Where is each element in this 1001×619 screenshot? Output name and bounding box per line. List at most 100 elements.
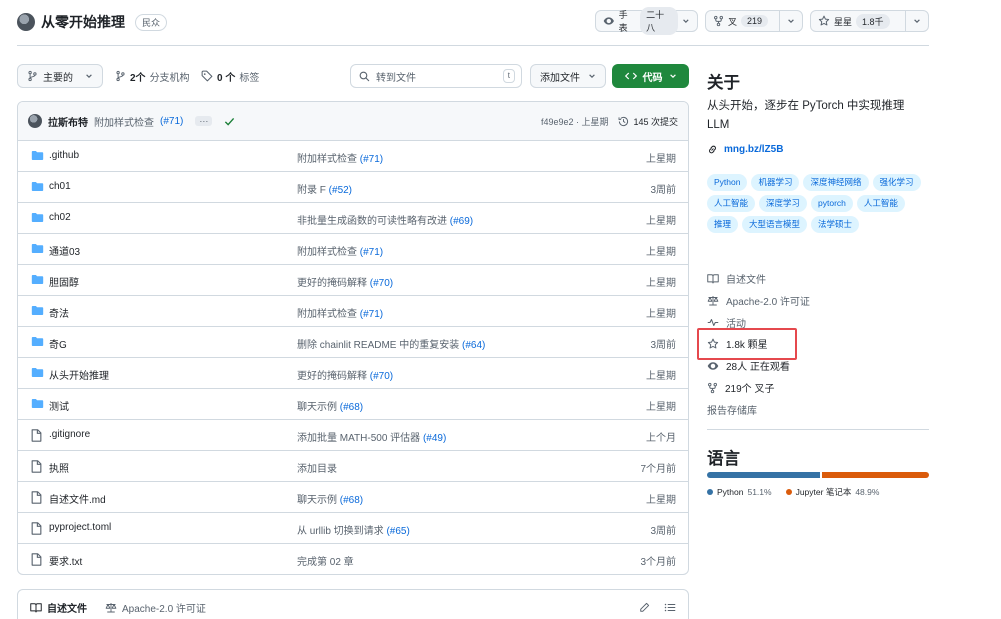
add-file-button[interactable]: 添加文件 bbox=[530, 64, 606, 88]
commit-message[interactable]: 附加样式检查 bbox=[94, 114, 154, 129]
file-commit-message[interactable]: 聊天示例 (#68) bbox=[297, 491, 363, 506]
owner-avatar[interactable] bbox=[17, 13, 35, 31]
file-name[interactable]: 奇G bbox=[49, 336, 67, 351]
file-commit-message[interactable]: 附录 F (#52) bbox=[297, 181, 352, 196]
file-commit-message[interactable]: 完成第 02 章 bbox=[297, 553, 354, 568]
commit-pr-link[interactable]: (#71) bbox=[360, 309, 383, 320]
commit-pr-link[interactable]: (#68) bbox=[340, 402, 363, 413]
file-row[interactable]: .github 附加样式检查 (#71) 上星期 bbox=[18, 141, 688, 172]
file-row[interactable]: 测试 聊天示例 (#68) 上星期 bbox=[18, 389, 688, 420]
repo-name[interactable]: 从零开始推理 bbox=[41, 12, 125, 32]
file-commit-message[interactable]: 聊天示例 (#68) bbox=[297, 398, 363, 413]
code-button[interactable]: 代码 bbox=[612, 64, 689, 88]
commit-message-text[interactable]: 删除 chainlit README 中的重复安装 bbox=[297, 340, 459, 351]
commit-message-text[interactable]: 添加目录 bbox=[297, 464, 337, 475]
file-commit-message[interactable]: 更好的掩码解释 (#70) bbox=[297, 274, 393, 289]
file-name[interactable]: ch01 bbox=[49, 181, 71, 192]
file-row[interactable]: 自述文件.md 聊天示例 (#68) 上星期 bbox=[18, 482, 688, 513]
commit-hash-date[interactable]: f49e9e2 · 上星期 bbox=[541, 115, 609, 128]
file-name[interactable]: 自述文件.md bbox=[49, 491, 106, 506]
check-icon[interactable] bbox=[224, 116, 235, 127]
file-commit-message[interactable]: 删除 chainlit README 中的重复安装 (#64) bbox=[297, 336, 485, 351]
commit-history-link[interactable]: 145 次提交 bbox=[618, 115, 678, 128]
file-commit-message[interactable]: 附加样式检查 (#71) bbox=[297, 243, 383, 258]
file-commit-message[interactable]: 更好的掩码解释 (#70) bbox=[297, 367, 393, 382]
commit-pr-link[interactable]: (#65) bbox=[386, 526, 409, 537]
commit-message-text[interactable]: 从 urllib 切换到请求 bbox=[297, 526, 384, 537]
license-link[interactable]: Apache-2.0 许可证 bbox=[707, 293, 810, 308]
file-row[interactable]: 奇G 删除 chainlit README 中的重复安装 (#64) 3周前 bbox=[18, 327, 688, 358]
file-commit-message[interactable]: 非批量生成函数的可读性略有改进 (#69) bbox=[297, 212, 473, 227]
readme-tab[interactable]: 自述文件 bbox=[30, 600, 87, 615]
commit-pr-link[interactable]: (#71) bbox=[360, 247, 383, 258]
list-icon[interactable] bbox=[664, 602, 676, 613]
commit-pr-link[interactable]: (#49) bbox=[423, 433, 446, 444]
branch-selector[interactable]: 主要的 bbox=[17, 64, 103, 88]
file-row[interactable]: 执照 添加目录 7个月前 bbox=[18, 451, 688, 482]
commit-pr-link[interactable]: (#71) bbox=[160, 116, 183, 127]
file-name[interactable]: 奇法 bbox=[49, 305, 69, 320]
fork-dropdown[interactable] bbox=[779, 11, 802, 31]
fork-button[interactable]: 叉 219 bbox=[705, 10, 803, 32]
commit-message-text[interactable]: 附加样式检查 bbox=[297, 309, 357, 320]
file-commit-message[interactable]: 附加样式检查 (#71) bbox=[297, 150, 383, 165]
commit-message-text[interactable]: 聊天示例 bbox=[297, 495, 337, 506]
file-name[interactable]: 胆固醇 bbox=[49, 274, 79, 289]
topic-tag[interactable]: 推理 bbox=[707, 216, 739, 233]
license-tab[interactable]: Apache-2.0 许可证 bbox=[105, 600, 206, 615]
commit-pr-link[interactable]: (#68) bbox=[340, 495, 363, 506]
commit-pr-link[interactable]: (#71) bbox=[360, 154, 383, 165]
report-repo-link[interactable]: 报告存储库 bbox=[707, 402, 757, 417]
watch-button[interactable]: 手表 二十八 bbox=[595, 7, 698, 35]
file-row[interactable]: 通道03 附加样式检查 (#71) 上星期 bbox=[18, 234, 688, 265]
commit-message-text[interactable]: 添加批量 MATH-500 评估器 bbox=[297, 433, 420, 444]
topic-tag[interactable]: 法学硕士 bbox=[811, 216, 860, 233]
topic-tag[interactable]: Python bbox=[707, 174, 748, 191]
tags-link[interactable]: 0 个 标签 bbox=[201, 64, 259, 88]
topic-tag[interactable]: 深度神经网络 bbox=[803, 174, 869, 191]
commit-pr-link[interactable]: (#70) bbox=[370, 371, 393, 382]
watchers-link[interactable]: 28人 正在观看 bbox=[707, 358, 790, 373]
go-to-file-search[interactable]: 转到文件 t bbox=[350, 64, 522, 88]
file-name[interactable]: .gitignore bbox=[49, 429, 90, 440]
homepage-link[interactable]: mng.bz/lZ5B bbox=[707, 144, 783, 155]
file-name[interactable]: 测试 bbox=[49, 398, 69, 413]
commit-expand-button[interactable]: ··· bbox=[195, 116, 213, 126]
file-name[interactable]: 从头开始推理 bbox=[49, 367, 109, 382]
file-row[interactable]: 奇法 附加样式检查 (#71) 上星期 bbox=[18, 296, 688, 327]
commit-message-text[interactable]: 更好的掩码解释 bbox=[297, 278, 367, 289]
branches-link[interactable]: 2个 分支机构 bbox=[115, 64, 190, 88]
commit-pr-link[interactable]: (#64) bbox=[462, 340, 485, 351]
language-name[interactable]: Jupyter 笔记本 bbox=[796, 486, 852, 498]
topic-tag[interactable]: 深度学习 bbox=[759, 195, 808, 212]
topic-tag[interactable]: 人工智能 bbox=[856, 195, 905, 212]
pencil-icon[interactable] bbox=[639, 602, 650, 613]
language-name[interactable]: Python bbox=[717, 487, 743, 497]
file-row[interactable]: ch01 附录 F (#52) 3周前 bbox=[18, 172, 688, 203]
commit-author[interactable]: 拉斯布特 bbox=[48, 114, 88, 129]
topic-tag[interactable]: pytorch bbox=[811, 195, 853, 212]
file-row[interactable]: .gitignore 添加批量 MATH-500 评估器 (#49) 上个月 bbox=[18, 420, 688, 451]
file-commit-message[interactable]: 从 urllib 切换到请求 (#65) bbox=[297, 522, 410, 537]
file-commit-message[interactable]: 添加目录 bbox=[297, 460, 337, 475]
file-commit-message[interactable]: 添加批量 MATH-500 评估器 (#49) bbox=[297, 429, 446, 444]
commit-message-text[interactable]: 附加样式检查 bbox=[297, 154, 357, 165]
topic-tag[interactable]: 大型语言模型 bbox=[742, 216, 808, 233]
commit-pr-link[interactable]: (#69) bbox=[450, 216, 473, 227]
topic-tag[interactable]: 机器学习 bbox=[751, 174, 800, 191]
topic-tag[interactable]: 人工智能 bbox=[707, 195, 756, 212]
file-name[interactable]: ch02 bbox=[49, 212, 71, 223]
file-row[interactable]: pyproject.toml 从 urllib 切换到请求 (#65) 3周前 bbox=[18, 513, 688, 544]
file-row[interactable]: 要求.txt 完成第 02 章 3个月前 bbox=[18, 544, 688, 574]
topic-tag[interactable]: 强化学习 bbox=[872, 174, 921, 191]
star-dropdown[interactable] bbox=[905, 11, 928, 31]
commit-pr-link[interactable]: (#70) bbox=[370, 278, 393, 289]
commit-pr-link[interactable]: (#52) bbox=[329, 185, 352, 196]
file-name[interactable]: .github bbox=[49, 150, 79, 161]
file-name[interactable]: 通道03 bbox=[49, 243, 80, 258]
file-name[interactable]: 执照 bbox=[49, 460, 69, 475]
file-name[interactable]: pyproject.toml bbox=[49, 522, 111, 533]
file-row[interactable]: ch02 非批量生成函数的可读性略有改进 (#69) 上星期 bbox=[18, 203, 688, 234]
commit-message-text[interactable]: 非批量生成函数的可读性略有改进 bbox=[297, 216, 447, 227]
commit-author-avatar[interactable] bbox=[28, 114, 42, 128]
